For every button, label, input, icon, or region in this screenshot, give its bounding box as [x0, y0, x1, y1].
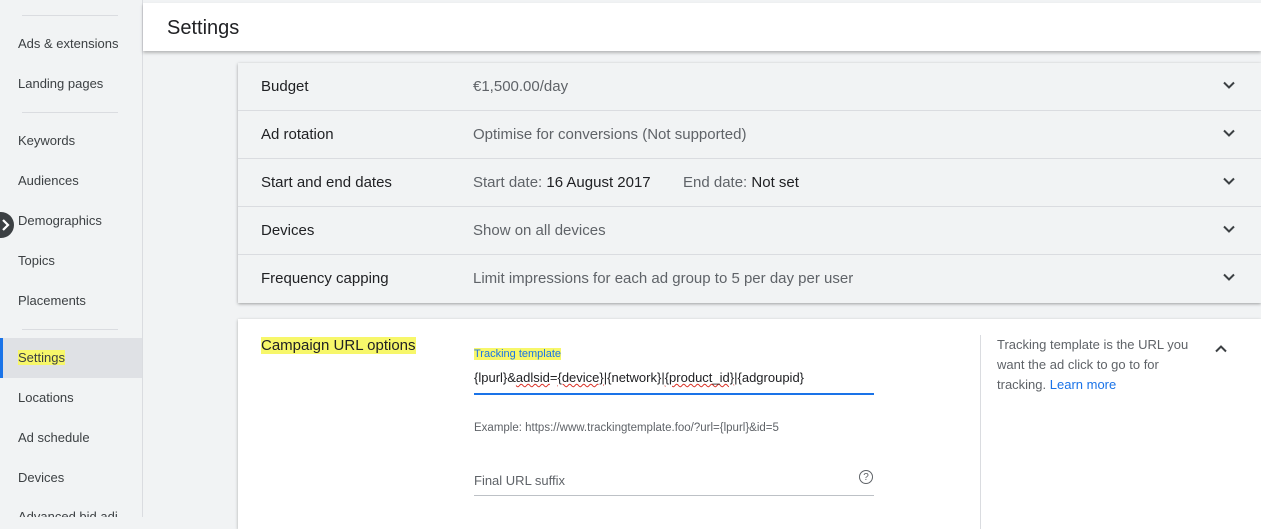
tracking-help-text: Tracking template is the URL you want th…: [997, 335, 1197, 395]
template-part: |{adgroupid}: [734, 370, 805, 385]
tracking-template-underline: [474, 393, 874, 395]
chevron-up-icon[interactable]: [1213, 341, 1229, 357]
row-value: Limit impressions for each ad group to 5…: [473, 270, 854, 287]
learn-more-link[interactable]: Learn more: [1050, 377, 1116, 392]
row-value: Start date: 16 August 2017 End date: Not…: [473, 174, 799, 191]
settings-row-frequency-capping[interactable]: Frequency capping Limit impressions for …: [238, 255, 1261, 302]
chevron-down-icon[interactable]: [1221, 173, 1237, 189]
settings-row-start-end-dates[interactable]: Start and end dates Start date: 16 Augus…: [238, 159, 1261, 207]
sidebar-item-locations[interactable]: Locations: [18, 390, 74, 405]
sidebar-divider: [22, 329, 118, 330]
settings-row-devices[interactable]: Devices Show on all devices: [238, 207, 1261, 255]
template-part: {device}: [557, 370, 604, 385]
tracking-template-input[interactable]: {lpurl}&adlsid={device}|{network}|{produ…: [474, 370, 804, 385]
sidebar-item-demographics[interactable]: Demographics: [18, 213, 102, 228]
start-date-label: Start date:: [473, 174, 543, 191]
sidebar-item-placements[interactable]: Placements: [18, 293, 86, 308]
sidebar-item-settings[interactable]: Settings: [18, 350, 65, 365]
settings-panel: Budget €1,500.00/day Ad rotation Optimis…: [238, 63, 1261, 303]
row-value: €1,500.00/day: [473, 78, 569, 95]
page-header: Settings: [143, 3, 1261, 51]
template-part: adlsid: [515, 370, 550, 385]
chevron-down-icon[interactable]: [1221, 269, 1237, 285]
sidebar-item-audiences[interactable]: Audiences: [18, 173, 79, 188]
sidebar-item-topics[interactable]: Topics: [18, 253, 55, 268]
section-title: Campaign URL options: [261, 337, 416, 354]
sidebar: Ads & extensions Landing pages Keywords …: [0, 0, 143, 517]
template-part: {product_id}: [664, 370, 735, 385]
end-date-value: Not set: [751, 174, 799, 191]
tracking-template-example: Example: https://www.trackingtemplate.fo…: [474, 422, 779, 434]
sidebar-item-advanced-bid-adj[interactable]: Advanced bid adj: [18, 509, 118, 517]
sidebar-item-ads-extensions[interactable]: Ads & extensions: [18, 36, 118, 51]
settings-row-budget[interactable]: Budget €1,500.00/day: [238, 63, 1261, 111]
page-title: Settings: [167, 17, 240, 39]
final-url-suffix-field[interactable]: Final URL suffix: [474, 473, 565, 488]
help-icon[interactable]: ?: [859, 470, 873, 484]
end-date-label: End date:: [683, 174, 748, 191]
sidebar-item-keywords[interactable]: Keywords: [18, 133, 75, 148]
chevron-down-icon[interactable]: [1221, 77, 1237, 93]
chevron-down-icon[interactable]: [1221, 125, 1237, 141]
row-label: Start and end dates: [261, 174, 392, 191]
template-part: |{network}|: [603, 370, 665, 385]
final-url-suffix-underline: [474, 495, 874, 496]
start-date-value: 16 August 2017: [546, 174, 651, 191]
sidebar-divider: [22, 15, 118, 16]
row-label: Ad rotation: [261, 126, 334, 143]
row-value: Show on all devices: [473, 222, 606, 239]
sidebar-item-ad-schedule[interactable]: Ad schedule: [18, 430, 90, 445]
settings-row-ad-rotation[interactable]: Ad rotation Optimise for conversions (No…: [238, 111, 1261, 159]
sidebar-divider: [22, 112, 118, 113]
row-label: Budget: [261, 78, 309, 95]
campaign-url-options-card: Campaign URL options Tracking template {…: [238, 319, 1261, 529]
row-value: Optimise for conversions (Not supported): [473, 126, 747, 143]
tracking-template-label: Tracking template: [474, 348, 562, 360]
row-label: Devices: [261, 222, 315, 239]
vertical-divider: [980, 335, 981, 529]
sidebar-item-devices[interactable]: Devices: [18, 470, 64, 485]
sidebar-item-landing-pages[interactable]: Landing pages: [18, 76, 103, 91]
row-label: Frequency capping: [261, 270, 389, 287]
template-part: {lpurl}&: [474, 370, 516, 385]
chevron-down-icon[interactable]: [1221, 221, 1237, 237]
